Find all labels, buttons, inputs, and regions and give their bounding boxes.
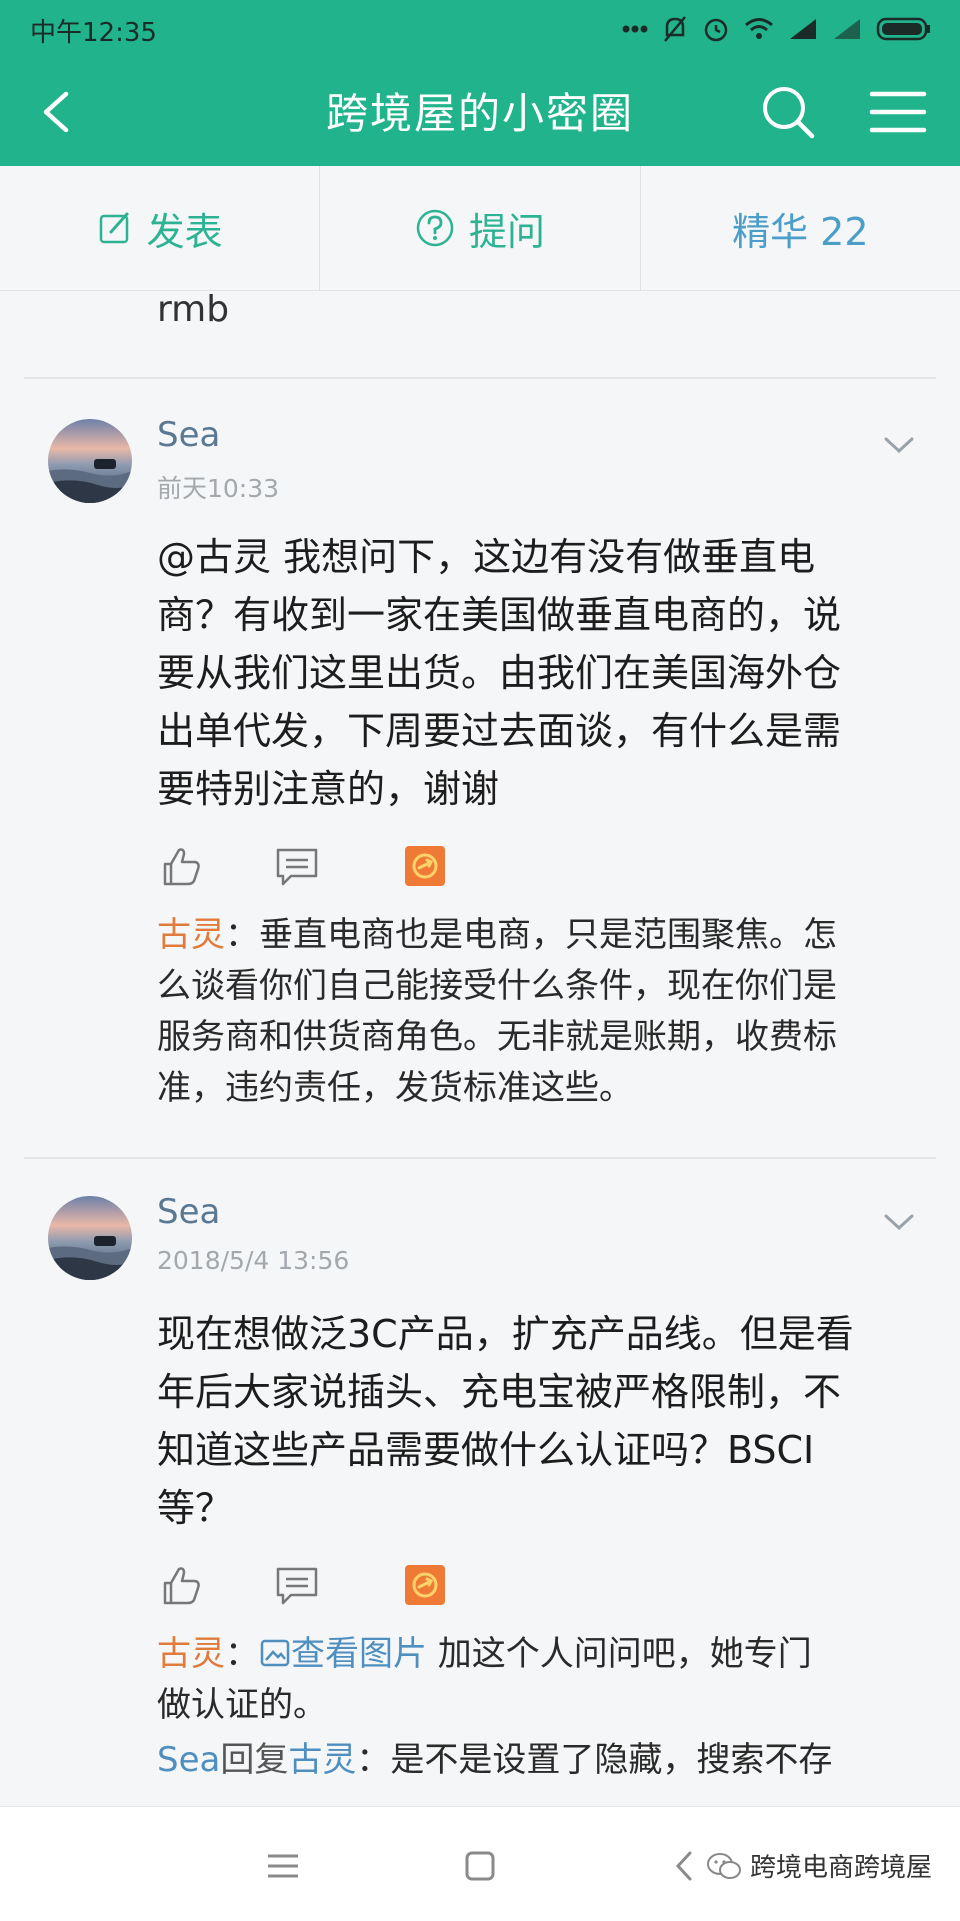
signal-icon: [790, 19, 816, 39]
app-bar: 跨境屋的小密圈: [0, 58, 960, 166]
reply-target[interactable]: 古灵: [288, 1740, 356, 1780]
seascape-avatar-image: [48, 419, 132, 503]
reply-author[interactable]: Sea: [157, 1740, 220, 1780]
view-image-link[interactable]: 查看图片: [291, 1634, 427, 1674]
menu-nav-icon[interactable]: [258, 1841, 308, 1891]
chevron-down-icon[interactable]: [882, 1210, 916, 1234]
like-thumb-icon[interactable]: [157, 1561, 205, 1609]
reply-item: Sea回复古灵：是不是设置了隐藏，搜索不存: [157, 1735, 917, 1786]
post-line: 现在想做泛3C产品，扩充产品线。但是看: [157, 1312, 854, 1356]
home-nav-icon[interactable]: [455, 1841, 505, 1891]
reply-item: 古灵：垂直电商也是电商，只是范围聚焦。怎 么谈看你们自己能接受什么条件，现在你们…: [157, 910, 917, 1114]
reply-line: 加这个人问问吧，她专门: [427, 1634, 812, 1674]
post-body: 现在想做泛3C产品，扩充产品线。但是看 年后大家说插头、充电宝被严格限制，不 知…: [157, 1305, 917, 1537]
post-author[interactable]: Sea: [157, 1192, 220, 1232]
share-icon[interactable]: [401, 1561, 449, 1609]
back-button[interactable]: [30, 82, 90, 142]
tab-post[interactable]: 发表: [0, 166, 321, 290]
reply-separator: ：: [225, 915, 259, 955]
previous-post-tail: rmb: [157, 291, 230, 330]
tab-featured[interactable]: 精华 22: [641, 166, 960, 290]
hamburger-menu-icon: [869, 91, 927, 133]
compose-icon: [99, 212, 129, 244]
chevron-down-icon[interactable]: [882, 433, 916, 457]
signal-icon-2: [834, 19, 860, 39]
divider: [24, 377, 936, 379]
comment-icon[interactable]: [273, 842, 321, 890]
seascape-avatar-image: [48, 1196, 132, 1280]
back-nav-icon[interactable]: [660, 1841, 710, 1891]
action-tab-bar: 发表 提问 精华 22: [0, 166, 960, 291]
avatar[interactable]: [48, 419, 132, 503]
battery-icon: [876, 17, 930, 41]
post-actions: [157, 842, 457, 892]
feed: rmb Sea 前天10:33 @古灵 我想问下，这边有没有做垂直电 商？有收到…: [0, 291, 960, 1806]
share-icon[interactable]: [401, 842, 449, 890]
reply-author[interactable]: 古灵: [157, 915, 225, 955]
watermark-text: 跨境电商跨境屋: [749, 1853, 932, 1883]
avatar[interactable]: [48, 1196, 132, 1280]
menu-button[interactable]: [866, 82, 930, 142]
tab-ask[interactable]: 提问: [320, 166, 641, 290]
post-actions: [157, 1561, 457, 1611]
post-line: 知道这些产品需要做什么认证吗？BSCI: [157, 1428, 815, 1472]
reply-separator: ：: [225, 1634, 259, 1674]
reply-line: 么谈看你们自己能接受什么条件，现在你们是: [157, 966, 837, 1006]
post-line: 商？有收到一家在美国做垂直电商的，说: [157, 593, 842, 637]
status-time: 中午12:35: [30, 18, 157, 48]
mute-bell-icon: [664, 16, 686, 42]
post-body: @古灵 我想问下，这边有没有做垂直电 商？有收到一家在美国做垂直电商的，说 要从…: [157, 528, 917, 818]
post-line: 年后大家说插头、充电宝被严格限制，不: [157, 1370, 842, 1414]
post-time: 前天10:33: [157, 474, 280, 503]
alarm-icon: [704, 18, 728, 42]
wifi-icon: [745, 18, 773, 39]
image-icon: [260, 1639, 290, 1667]
tab-ask-label: 提问: [468, 209, 545, 254]
post-line: 出单代发，下周要过去面谈，有什么是需: [157, 709, 842, 753]
reply-line: 是不是设置了隐藏，搜索不存: [390, 1740, 833, 1780]
back-arrow-icon: [43, 91, 69, 133]
reply-separator: ：: [356, 1740, 391, 1780]
post-line: 等？: [157, 1486, 234, 1530]
reply-line: 做认证的。: [157, 1685, 327, 1725]
like-thumb-icon[interactable]: [157, 842, 205, 890]
comment-icon[interactable]: [273, 1561, 321, 1609]
question-circle-icon: [416, 209, 454, 247]
status-icons: [622, 12, 932, 46]
reply-line: 服务商和供货商角色。无非就是账期，收费标: [157, 1017, 837, 1057]
status-bar: 中午12:35: [0, 0, 960, 58]
post-time: 2018/5/4 13:56: [157, 1246, 350, 1275]
watermark: 跨境电商跨境屋: [706, 1847, 932, 1884]
post-line: @古灵 我想问下，这边有没有做垂直电: [157, 535, 816, 579]
search-button[interactable]: [756, 80, 820, 144]
post-line: 要从我们这里出货。由我们在美国海外仓: [157, 651, 842, 695]
divider: [24, 1157, 936, 1159]
reply-item: 古灵： 查看图片 加这个人问问吧，她专门 做认证的。: [157, 1629, 917, 1731]
more-dots-icon: [622, 25, 648, 33]
reply-line: 垂直电商也是电商，只是范围聚焦。怎: [259, 915, 837, 955]
reply-line: 准，违约责任，发货标准这些。: [157, 1068, 633, 1108]
post-line: 要特别注意的，谢谢: [157, 767, 500, 811]
search-icon: [763, 87, 815, 139]
tab-post-label: 发表: [146, 209, 223, 254]
reply-author[interactable]: 古灵: [157, 1634, 225, 1674]
post-author[interactable]: Sea: [157, 415, 220, 455]
reply-to-label: 回复: [220, 1740, 289, 1780]
tab-featured-label: 精华 22: [732, 209, 869, 254]
system-nav-bar: 跨境电商跨境屋: [0, 1806, 960, 1921]
wechat-icon: [706, 1852, 741, 1879]
